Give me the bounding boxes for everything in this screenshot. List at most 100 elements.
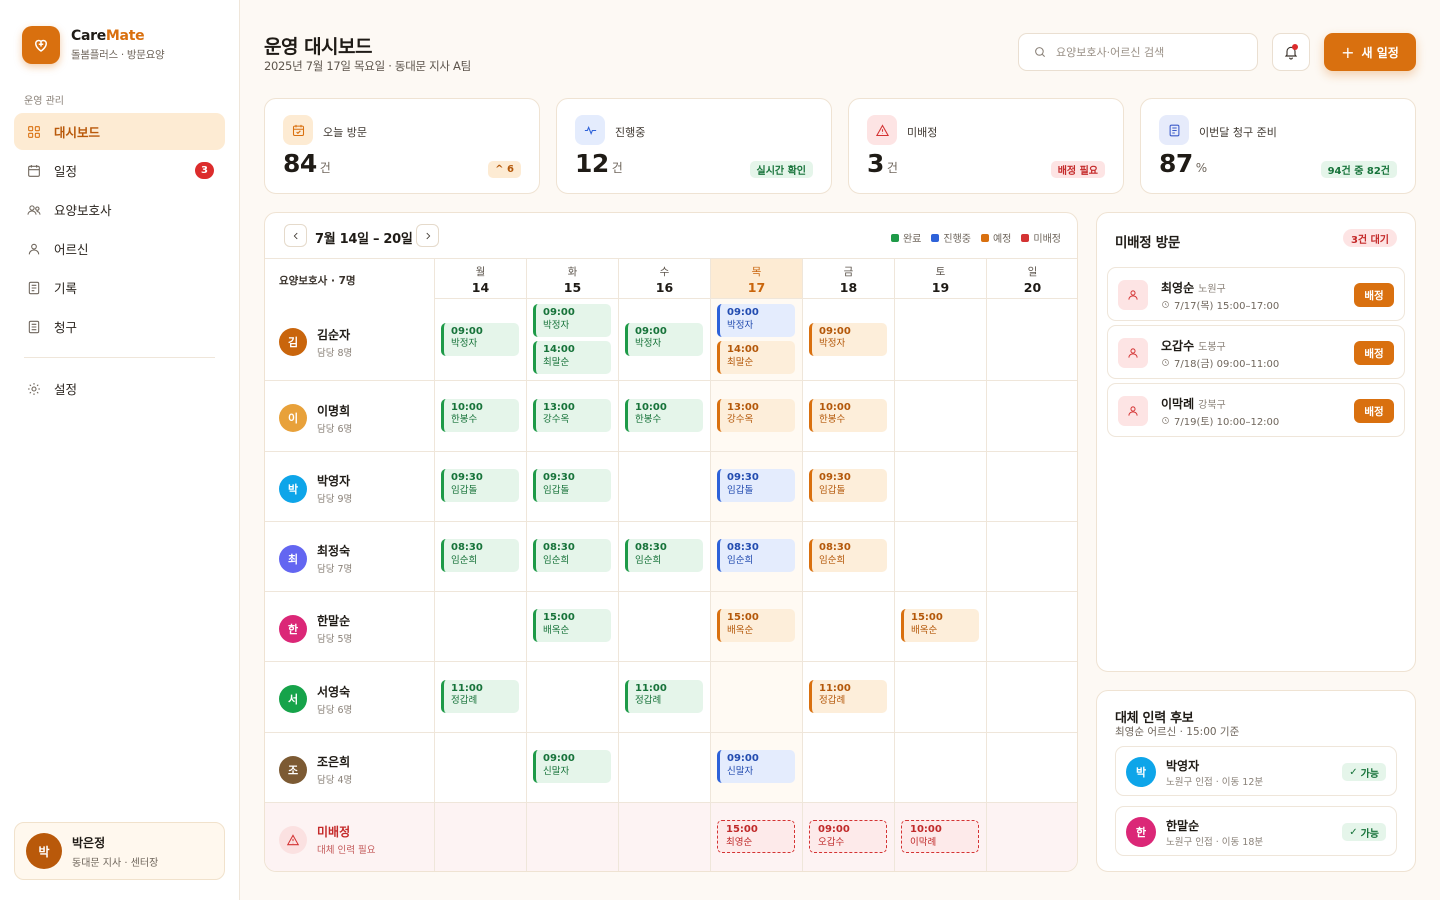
candidate-meta: 노원구 인접 · 이동 12분: [1166, 777, 1264, 788]
visit-event-done[interactable]: 09:00 신말자: [533, 750, 611, 783]
visit-time: 09:00: [635, 325, 667, 337]
visit-event-done[interactable]: 09:30 임갑돌: [441, 469, 519, 502]
visit-event-planned[interactable]: 14:00 최말순: [717, 341, 795, 374]
visit-event-planned[interactable]: 15:00 배옥순: [901, 609, 979, 642]
assign-button[interactable]: 배정: [1354, 283, 1394, 307]
caregiver-row-header[interactable]: 이 이명희 담당 6명: [279, 402, 352, 435]
grid-line: [265, 591, 1077, 592]
stat-card-billing[interactable]: 이번달 청구 준비 87% 94건 중 82건: [1140, 98, 1416, 194]
visit-event-done[interactable]: 09:00 박정자: [625, 322, 703, 356]
visit-time: 11:00: [451, 682, 483, 694]
calendar-toolbar: 7월 14일 – 20일 완료 진행중 예정 미배정: [265, 213, 1077, 259]
visit-event-done[interactable]: 11:00 정갑례: [625, 679, 703, 713]
caregiver-row-header[interactable]: 김 김순자 담당 8명: [279, 326, 352, 359]
day-of-week: 금: [843, 266, 854, 278]
stat-card-today-visits[interactable]: 오늘 방문 84 건 ^ 6: [264, 98, 540, 194]
day-header-19[interactable]: 토 19: [894, 259, 986, 299]
visit-event-planned[interactable]: 15:00 배옥순: [717, 609, 795, 642]
search-input[interactable]: [1056, 45, 1246, 59]
visit-event-done[interactable]: 08:30 임순희: [533, 539, 611, 572]
visit-event-done[interactable]: 08:30 임순희: [625, 539, 703, 572]
user-profile[interactable]: 박 박은정 동대문 지사 · 센터장: [14, 822, 225, 880]
caregiver-row-header[interactable]: 최 최정숙 담당 7명: [279, 542, 352, 575]
unassigned-visit-card[interactable]: 오갑수 도봉구 7/18(금) 09:00–11:00 배정: [1107, 325, 1405, 379]
substitute-candidate-card[interactable]: 한 한말순 노원구 인접 · 이동 18분 ✓ 가능: [1115, 806, 1397, 856]
day-header-17[interactable]: 목 17: [710, 259, 802, 299]
visit-event-unassigned[interactable]: 09:00 오갑수: [809, 820, 887, 853]
caregiver-row-header[interactable]: 박 박영자 담당 9명: [279, 472, 352, 505]
sidebar-item-schedule[interactable]: 일정 3: [14, 152, 225, 189]
sidebar-item-settings[interactable]: 설정: [14, 370, 225, 407]
day-header-14[interactable]: 월 14: [434, 259, 526, 299]
visit-event-done[interactable]: 09:30 임갑돌: [533, 469, 611, 502]
visit-event-planned[interactable]: 09:30 임갑돌: [809, 469, 887, 502]
caregiver-load: 담당 6명: [317, 704, 353, 716]
stat-card-in-progress[interactable]: 진행중 12 건 실시간 확인: [556, 98, 832, 194]
grid-line: [618, 299, 619, 871]
substitute-candidate-card[interactable]: 박 박영자 노원구 인접 · 이동 12분 ✓ 가능: [1115, 746, 1397, 796]
day-header-15[interactable]: 화 15: [526, 259, 618, 299]
panel-title: 미배정 방문: [1115, 235, 1180, 251]
assign-button[interactable]: 배정: [1354, 341, 1394, 365]
plus-icon: +: [1341, 42, 1355, 62]
visit-event-done[interactable]: 08:30 임순희: [441, 539, 519, 572]
visit-event-progress[interactable]: 09:30 임갑돌: [717, 469, 795, 502]
unassigned-visit-card[interactable]: 이막례 강북구 7/19(토) 10:00–12:00 배정: [1107, 383, 1405, 437]
sidebar-item-seniors[interactable]: 어르신: [14, 230, 225, 267]
visit-senior-name: 배옥순: [911, 624, 938, 636]
status-legend: 완료 진행중 예정 미배정: [881, 230, 1061, 245]
grid-line: [526, 299, 527, 871]
sidebar-item-records[interactable]: 기록: [14, 269, 225, 306]
visit-event-planned[interactable]: 08:30 임순희: [809, 539, 887, 572]
visit-event-done[interactable]: 10:00 한봉수: [441, 398, 519, 432]
sidebar-item-billing[interactable]: 청구: [14, 308, 225, 345]
visit-event-done[interactable]: 10:00 한봉수: [625, 398, 703, 432]
new-schedule-button[interactable]: + 새 일정: [1324, 33, 1416, 71]
search-box[interactable]: [1018, 33, 1258, 71]
day-header-16[interactable]: 수 16: [618, 259, 710, 299]
day-header-18[interactable]: 금 18: [802, 259, 894, 299]
visit-event-done[interactable]: 13:00 강수옥: [533, 398, 611, 432]
caregiver-row-header[interactable]: 조 조은희 담당 4명: [279, 753, 352, 786]
legend-item: 예정: [980, 230, 1011, 245]
visit-event-progress[interactable]: 09:00 박정자: [717, 304, 795, 337]
unassigned-visit-card[interactable]: 최영순 노원구 7/17(목) 15:00–17:00 배정: [1107, 267, 1405, 321]
visit-event-done[interactable]: 11:00 정갑례: [441, 679, 519, 713]
next-week-button[interactable]: [416, 224, 439, 247]
visit-event-planned[interactable]: 09:00 박정자: [809, 322, 887, 356]
visit-event-unassigned[interactable]: 10:00 이막례: [901, 820, 979, 853]
visit-event-done[interactable]: 09:00 박정자: [441, 322, 519, 356]
day-header-20[interactable]: 일 20: [986, 259, 1077, 299]
visit-event-done[interactable]: 09:00 박정자: [533, 304, 611, 337]
visit-event-planned[interactable]: 13:00 강수옥: [717, 398, 795, 432]
prev-week-button[interactable]: [284, 224, 307, 247]
invoice-icon: [1159, 115, 1189, 145]
legend-swatch: [1021, 233, 1030, 242]
caregiver-row-header[interactable]: 한 한말순 담당 5명: [279, 612, 352, 645]
sidebar-item-label: 설정: [54, 382, 78, 397]
notifications-button[interactable]: [1272, 33, 1310, 71]
legend-label: 진행중: [943, 234, 971, 245]
visit-event-done[interactable]: 15:00 배옥순: [533, 609, 611, 642]
visit-time: 09:00: [818, 824, 850, 835]
brand[interactable]: CareMate 돌봄플러스 · 방문요양: [22, 26, 165, 64]
assign-button[interactable]: 배정: [1354, 399, 1394, 423]
user-icon: [28, 243, 40, 254]
caregiver-row-header[interactable]: 서 서영숙 담당 6명: [279, 683, 352, 716]
sidebar-nav: 대시보드 일정 3 요양보호사 어르신 기록 청구 설정: [14, 113, 225, 409]
visit-senior-name: 한봉수: [819, 414, 846, 425]
status-chip: 94건 중 82건: [1320, 161, 1397, 178]
stat-card-unassigned[interactable]: 미배정 3건 배정 필요: [848, 98, 1124, 194]
visit-event-planned[interactable]: 10:00 한봉수: [809, 398, 887, 432]
visit-event-progress[interactable]: 09:00 신말자: [717, 750, 795, 783]
grid-line: [894, 299, 895, 871]
visit-event-unassigned[interactable]: 15:00 최영순: [717, 820, 795, 853]
visit-event-planned[interactable]: 11:00 정갑례: [809, 679, 887, 713]
visit-time: 15:00: [543, 612, 575, 623]
visit-event-progress[interactable]: 08:30 임순희: [717, 539, 795, 572]
caregiver-name: 서영숙: [317, 684, 351, 699]
sidebar-item-caregivers[interactable]: 요양보호사: [14, 191, 225, 228]
visit-event-done[interactable]: 14:00 최말순: [533, 341, 611, 374]
grid-line: [265, 380, 1077, 381]
sidebar-item-dashboard[interactable]: 대시보드: [14, 113, 225, 150]
